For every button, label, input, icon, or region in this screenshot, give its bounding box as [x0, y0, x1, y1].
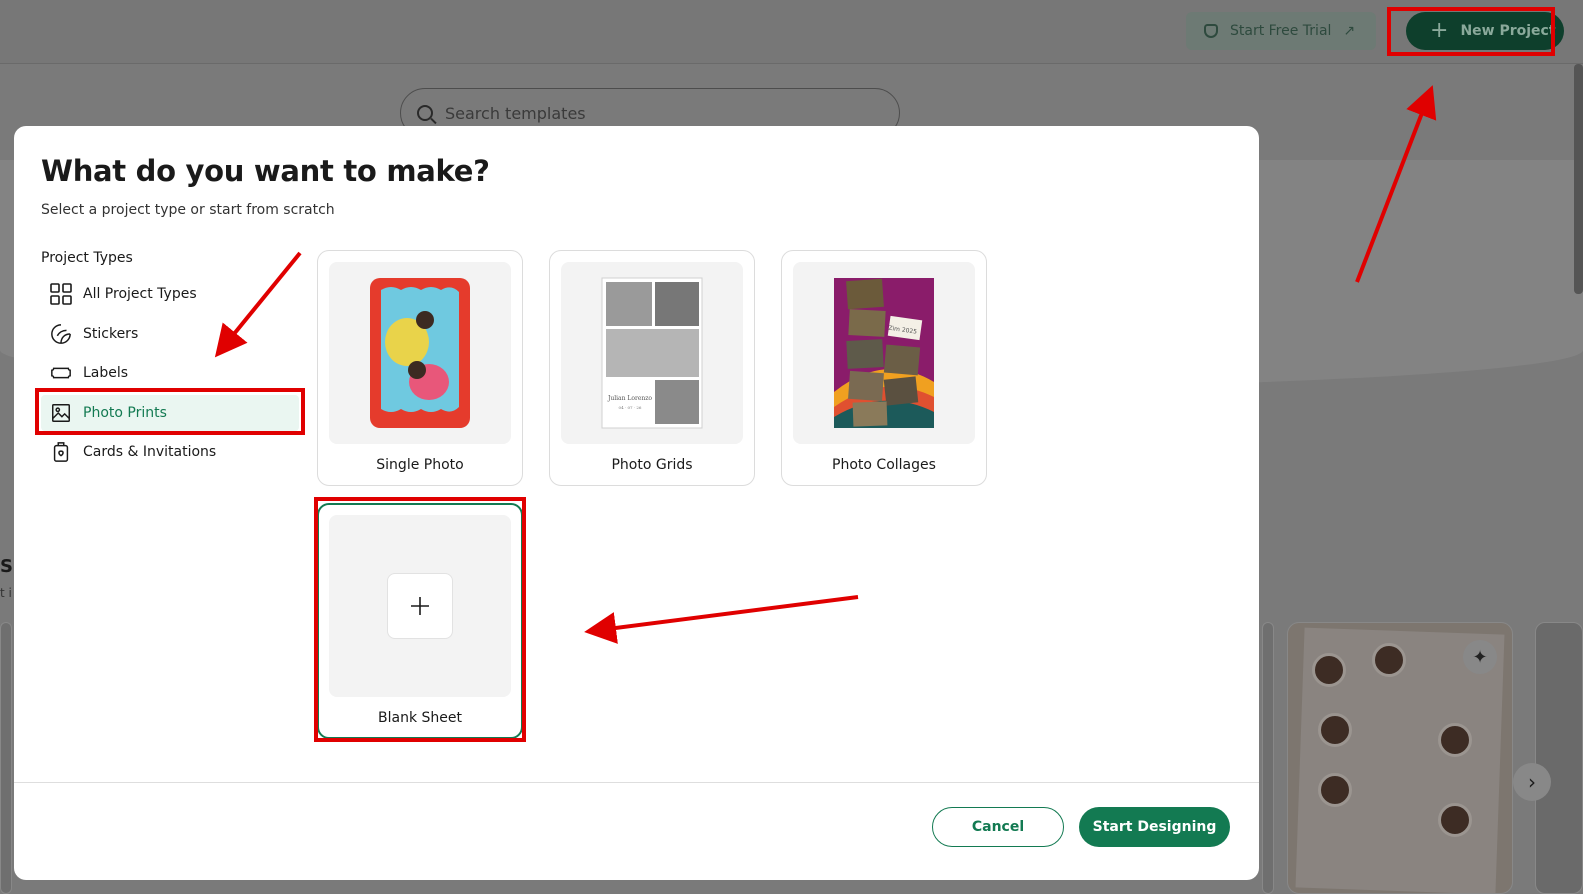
footer-divider	[14, 782, 1259, 783]
sticker-face	[1372, 643, 1406, 677]
page-scrollbar[interactable]	[1574, 64, 1583, 294]
image-icon	[49, 401, 73, 425]
option-blank-sheet[interactable]: Blank Sheet	[317, 503, 523, 739]
section-subheading: t i	[0, 586, 12, 600]
option-photo-grids[interactable]: Julian Lorenzo 04 · 07 · 26 Photo Grids	[549, 250, 755, 486]
sticker-face	[1318, 713, 1352, 747]
grid-caption-dates: 04 · 07 · 26	[619, 405, 642, 410]
top-bar: Start Free Trial ↗ + New Project	[0, 0, 1583, 64]
option-photo-collages[interactable]: Zim 2025 Photo Collages	[781, 250, 987, 486]
start-designing-button[interactable]: Start Designing	[1079, 807, 1230, 847]
option-label: Single Photo	[376, 457, 464, 473]
project-type-cards[interactable]: Cards & Invitations	[41, 434, 299, 470]
start-free-trial-button[interactable]: Start Free Trial ↗	[1186, 12, 1376, 50]
label-icon	[49, 361, 73, 385]
new-project-label: New Project	[1460, 23, 1556, 39]
single-photo-preview	[329, 262, 511, 444]
sticker-face	[1312, 653, 1346, 687]
option-label: Blank Sheet	[378, 710, 462, 726]
sticker-face	[1438, 723, 1472, 757]
project-type-label: Photo Prints	[83, 405, 167, 421]
project-type-stickers[interactable]: Stickers	[41, 316, 299, 352]
card-icon	[49, 440, 73, 464]
grid-caption: Julian Lorenzo	[607, 395, 652, 402]
option-label: Photo Grids	[611, 457, 693, 473]
option-single-photo[interactable]: Single Photo	[317, 250, 523, 486]
dialog-title: What do you want to make?	[41, 154, 490, 188]
template-card[interactable]	[1535, 622, 1583, 894]
option-label: Photo Collages	[832, 457, 936, 473]
project-types-heading: Project Types	[41, 250, 133, 266]
search-icon	[417, 105, 433, 121]
external-link-icon: ↗	[1343, 23, 1356, 39]
add-icon	[387, 573, 453, 639]
project-type-label: Labels	[83, 365, 129, 381]
project-type-label: All Project Types	[83, 286, 197, 302]
dialog-subtitle: Select a project type or start from scra…	[41, 202, 335, 218]
new-project-button[interactable]: + New Project	[1406, 12, 1564, 50]
project-type-label: Stickers	[83, 326, 139, 342]
photo-grids-preview: Julian Lorenzo 04 · 07 · 26	[561, 262, 743, 444]
project-type-labels[interactable]: Labels	[41, 355, 299, 391]
carousel-next-button[interactable]: ›	[1513, 763, 1551, 801]
new-project-dialog: What do you want to make? Select a proje…	[14, 126, 1259, 880]
template-card[interactable]	[0, 622, 12, 894]
project-type-label: Cards & Invitations	[83, 444, 217, 460]
plus-icon: +	[1430, 18, 1449, 43]
trial-button-label: Start Free Trial	[1230, 23, 1332, 39]
cancel-button[interactable]: Cancel	[932, 807, 1064, 847]
blank-sheet-preview	[329, 515, 511, 697]
sparkle-icon[interactable]: ✦	[1463, 640, 1497, 674]
sticker-icon	[49, 322, 73, 346]
photo-collages-preview: Zim 2025	[793, 262, 975, 444]
project-type-all[interactable]: All Project Types	[41, 276, 299, 312]
sticker-face	[1318, 773, 1352, 807]
project-type-photo-prints[interactable]: Photo Prints	[41, 395, 299, 431]
sticker-face	[1438, 803, 1472, 837]
search-placeholder: Search templates	[445, 103, 586, 123]
trial-icon	[1204, 24, 1218, 38]
template-card[interactable]	[1262, 622, 1274, 894]
grid-icon	[49, 282, 73, 306]
